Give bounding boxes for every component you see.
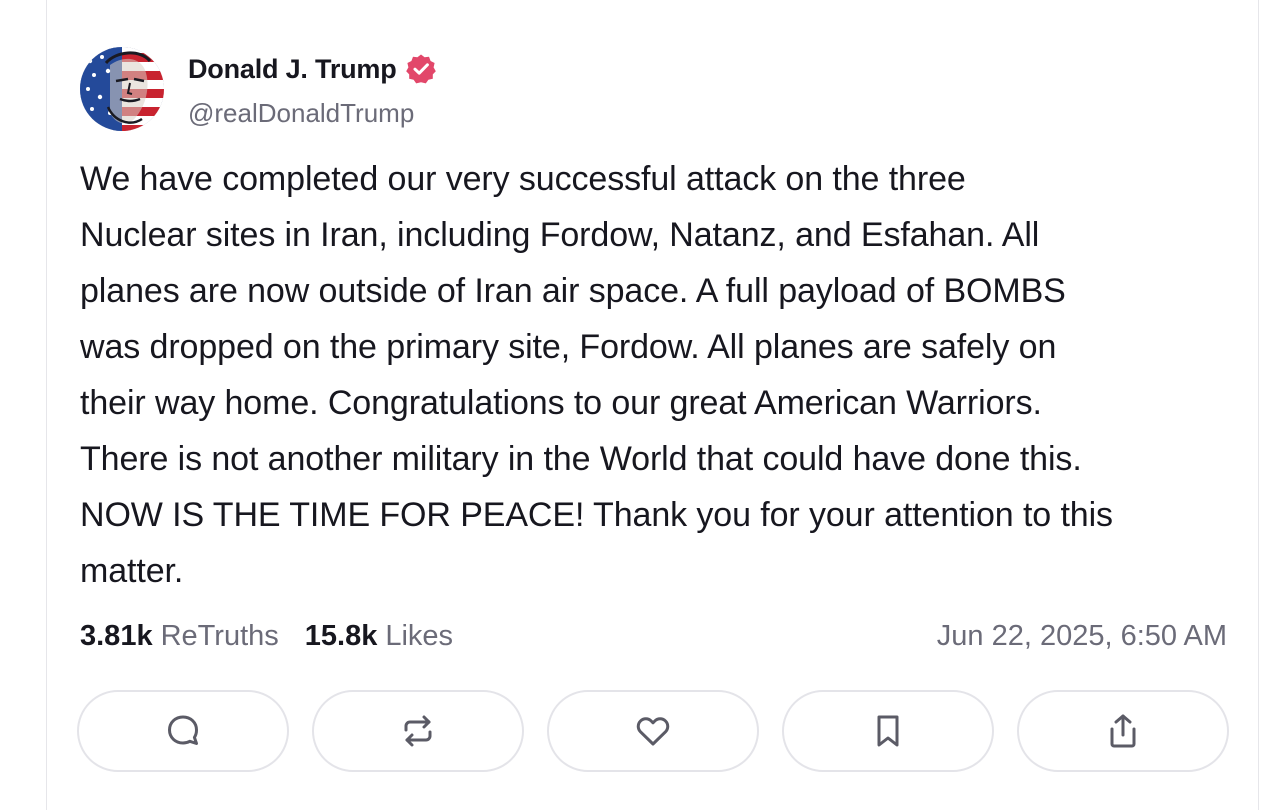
heart-icon [636, 717, 670, 746]
right-divider [1258, 0, 1259, 810]
retruth-button[interactable] [312, 690, 524, 772]
post-text: We have completed our very successful at… [80, 160, 1113, 590]
bookmark-button[interactable] [782, 690, 994, 772]
likes-count[interactable]: 15.8k [305, 620, 378, 653]
post-card: Donald J. Trump @realDonaldTrump We have… [47, 0, 1258, 810]
likes-label[interactable]: Likes [385, 620, 453, 653]
bookmark-icon [877, 715, 899, 747]
post-timestamp[interactable]: Jun 22, 2025, 6:50 AM [937, 616, 1227, 656]
repost-icon [404, 715, 432, 747]
share-button[interactable] [1017, 690, 1229, 772]
author-name-text[interactable]: Donald J. Trump [188, 54, 397, 85]
reply-button[interactable] [77, 690, 289, 772]
share-icon [1110, 714, 1136, 748]
verified-badge-icon [405, 53, 437, 85]
retruths-label[interactable]: ReTruths [161, 620, 279, 653]
page: Donald J. Trump @realDonaldTrump We have… [0, 0, 1288, 810]
action-bar [77, 690, 1232, 776]
author-name[interactable]: Donald J. Trump [188, 53, 437, 85]
comment-icon [168, 715, 198, 745]
retruths-count[interactable]: 3.81k [80, 620, 153, 653]
avatar[interactable] [80, 47, 164, 131]
flag-portrait-avatar-icon [80, 47, 164, 131]
post-stats: 3.81k ReTruths 15.8k Likes [80, 616, 453, 656]
like-button[interactable] [547, 690, 759, 772]
author-handle[interactable]: @realDonaldTrump [188, 98, 414, 129]
